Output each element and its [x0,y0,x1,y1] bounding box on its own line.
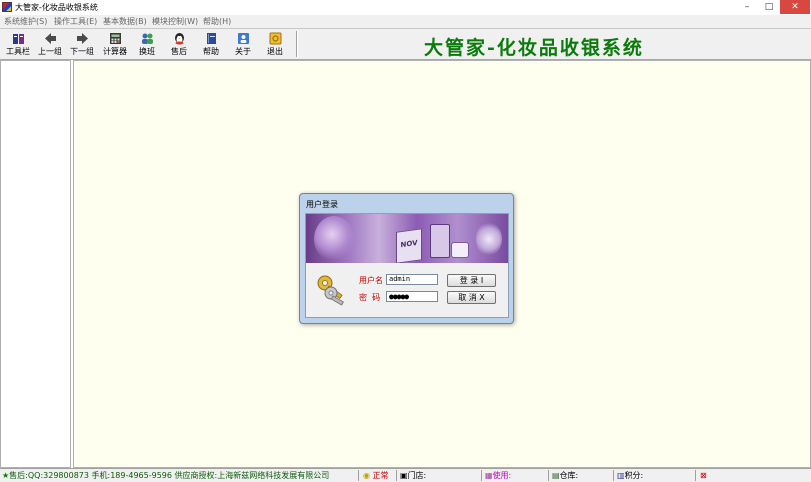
arrow-left-icon [44,32,57,45]
maximize-button[interactable]: □ [758,0,780,14]
status-divider [358,470,359,481]
menu-system-maintenance[interactable]: 系统维护(S) [4,16,47,27]
menu-tools[interactable]: 操作工具(E) [54,16,97,27]
login-dialog: 用户登录 NOV 用户名 admin 密 码 ●●●●● 登 录 I 取 消 X [299,193,514,324]
toolbar-label: 下一组 [70,47,94,56]
state-text: 正常 [372,471,389,480]
store-icon: ▣ [400,471,408,480]
status-bar: ★售后:QQ:329800873 手机:189-4965-9596 供应商授权:… [0,468,811,482]
toolbar-label: 帮助 [203,47,219,56]
points-icon: ▥ [617,471,625,480]
banner-product-jar [451,242,469,258]
app-logo-icon [2,2,12,12]
toolbar-label: 关于 [235,47,251,56]
toolbar-label: 换班 [139,47,155,56]
toolbar-label: 上一组 [38,47,62,56]
warehouse-icon: ▤ [552,471,560,480]
status-divider [396,470,397,481]
shift-change-icon [141,32,154,45]
toolbar-button-toolbox[interactable]: 工具栏 [2,31,34,58]
toolbar-button-next-group[interactable]: 下一组 [66,31,98,58]
status-user: ▦使用: [485,470,511,481]
password-field[interactable]: ●●●●● [386,291,438,302]
toolbar-separator [296,31,298,57]
window-title: 大管家-化妆品收银系统 [15,3,98,12]
after-sales-icon [173,32,186,45]
toolbar-label: 售后 [171,47,187,56]
password-label: 密 码 [359,293,381,302]
banner-face [314,216,354,262]
toolbar-button-prev-group[interactable]: 上一组 [34,31,66,58]
cosmetics-banner-image: NOV [306,214,508,263]
toolbar-label: 工具栏 [6,47,30,56]
menu-basic-data[interactable]: 基本数据(B) [103,16,147,27]
toolbar: 工具栏 上一组 下一组 计算器 换班 售后 帮助 关于 退出 大管家-化妆品收银… [0,29,811,60]
toolbar-button-calculator[interactable]: 计算器 [99,31,131,58]
status-divider [613,470,614,481]
user-icon: ▦ [485,471,493,480]
username-label: 用户名 [359,276,383,285]
toolbar-label: 退出 [267,47,283,56]
left-panel [0,60,71,468]
toolbar-button-about[interactable]: 关于 [227,31,259,58]
toolbar-button-help[interactable]: 帮助 [195,31,227,58]
menu-help[interactable]: 帮助(H) [203,16,231,27]
toolbar-button-exit[interactable]: 退出 [259,31,291,58]
store-label: 门店: [407,471,427,480]
support-text: 售后:QQ:329800873 手机:189-4965-9596 供应商授权:上… [9,471,330,480]
status-warehouse: ▤仓库: [552,470,578,481]
points-label: 积分: [624,471,644,480]
banner-splash [476,222,502,256]
keys-icon [316,273,348,307]
status-store: ▣门店: [400,470,426,481]
toolbox-icon [12,32,25,45]
status-points: ▥积分: [617,470,643,481]
dialog-title: 用户登录 [306,200,338,209]
minimize-button[interactable]: – [736,0,758,14]
status-divider [481,470,482,481]
exit-icon [269,32,282,45]
banner-product-bottle [430,224,450,258]
toolbar-button-after-sales[interactable]: 售后 [163,31,195,58]
toolbar-button-shift-change[interactable]: 换班 [131,31,163,58]
menu-module-control[interactable]: 模块控制(W) [152,16,198,27]
status-state: ◉ 正常 [363,470,389,481]
toolbar-label: 计算器 [103,47,127,56]
brand-title: 大管家-化妆品收银系统 [424,37,644,59]
status-divider [548,470,549,481]
bulb-icon: ◉ [363,471,370,480]
cancel-button[interactable]: 取 消 X [447,291,496,304]
status-divider [695,470,696,481]
banner-brand-text: NOV [400,238,418,250]
arrow-right-icon [76,32,89,45]
menu-bar: 系统维护(S) 操作工具(E) 基本数据(B) 模块控制(W) 帮助(H) [0,15,811,29]
dialog-body: NOV 用户名 admin 密 码 ●●●●● 登 录 I 取 消 X [305,213,509,318]
title-bar: 大管家-化妆品收银系统 – □ ✕ [0,0,811,16]
about-icon [237,32,250,45]
status-alert-icon[interactable]: ⊠ [700,470,707,481]
user-label: 使用: [492,471,512,480]
username-field[interactable]: admin [386,274,438,285]
close-button[interactable]: ✕ [780,0,810,14]
help-book-icon [205,32,218,45]
status-support-info: ★售后:QQ:329800873 手机:189-4965-9596 供应商授权:… [2,470,329,481]
login-button[interactable]: 登 录 I [447,274,496,287]
calculator-icon [109,32,122,45]
banner-product-box: NOV [396,228,422,263]
warehouse-label: 仓库: [559,471,579,480]
